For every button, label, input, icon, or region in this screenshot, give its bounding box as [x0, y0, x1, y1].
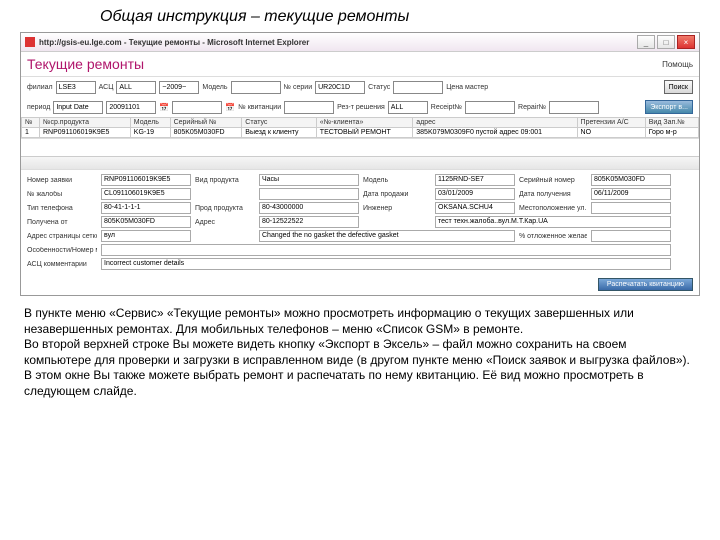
scrollbar-area[interactable] [21, 138, 699, 170]
serial-input[interactable] [315, 81, 365, 94]
favicon-icon [25, 37, 35, 47]
invoice-label: № квитанции [238, 104, 281, 111]
status-input[interactable] [393, 81, 443, 94]
asc-label: АСЦ [99, 84, 114, 91]
col-address[interactable]: адрес [413, 118, 577, 128]
repair-input[interactable] [549, 101, 599, 114]
receipt-input[interactable] [465, 101, 515, 114]
filter-row-1: филиал АСЦ Модель № серии Статус Цена ма… [21, 77, 699, 97]
asc-comments-field[interactable]: Incorrect customer details [101, 258, 671, 270]
results-table: № №ср.продукта Модель Серийный № Статус … [21, 117, 699, 138]
serial-label: № серии [284, 84, 313, 91]
inputdate1-input[interactable] [106, 101, 156, 114]
col-client[interactable]: «№-клиента» [316, 118, 412, 128]
branch-select[interactable] [56, 81, 96, 94]
branch-label: филиал [27, 84, 53, 91]
window-title: http://gsis-eu.lge.com - Текущие ремонты… [39, 38, 637, 47]
sale-date-field[interactable]: 03/01/2009 [435, 188, 515, 200]
export-button[interactable]: Экспорт в... [645, 100, 693, 114]
inputdate-select[interactable] [53, 101, 103, 114]
inputdate2-input[interactable] [172, 101, 222, 114]
app-window: http://gsis-eu.lge.com - Текущие ремонты… [20, 32, 700, 296]
period-input[interactable] [159, 81, 199, 94]
model-label: Модель [202, 84, 227, 91]
repair-label: Repair№ [518, 104, 546, 111]
order-number-field[interactable]: RNP091106019K9E5 [101, 174, 191, 186]
col-serial[interactable]: Серийный № [170, 118, 242, 128]
col-claims[interactable]: Претензии A/C [577, 118, 645, 128]
col-parts[interactable]: Вид Зап.№ [645, 118, 698, 128]
address-detail-field[interactable]: тест техн.жалоба..вул.М.Т.Кар.UA [435, 216, 671, 228]
col-product[interactable]: №ср.продукта [39, 118, 130, 128]
asc-select[interactable] [116, 81, 156, 94]
calendar-icon[interactable]: 📅 [159, 103, 169, 112]
invoice-input[interactable] [284, 101, 334, 114]
product-type-field[interactable]: Часы [259, 174, 359, 186]
receive-date-field[interactable]: 06/11/2009 [591, 188, 671, 200]
model-field[interactable]: 1125RND-SE7 [435, 174, 515, 186]
price-label: Цена мастер [446, 84, 488, 91]
model-input[interactable] [231, 81, 281, 94]
page-address-field[interactable]: вул [101, 230, 191, 242]
col-model[interactable]: Модель [130, 118, 170, 128]
phone-type-field[interactable]: 80-41-1-1-1 [101, 202, 191, 214]
close-button[interactable]: × [677, 35, 695, 49]
status-label: Статус [368, 84, 390, 91]
page-header: Текущие ремонты Помощь [21, 52, 699, 77]
complaint-number-field[interactable]: CL091106019K9E5 [101, 188, 191, 200]
maximize-button[interactable]: □ [657, 35, 675, 49]
features-field[interactable] [101, 244, 671, 256]
period-label: период [27, 104, 50, 111]
serial-field[interactable]: 805K05M030FD [591, 174, 671, 186]
resolution-field[interactable]: Changed the no gasket the defective gask… [259, 230, 515, 242]
col-status[interactable]: Статус [242, 118, 317, 128]
print-receipt-button[interactable]: Распечатать квитанцию [598, 278, 693, 291]
address-field[interactable]: 80-12522522 [259, 216, 359, 228]
received-from-field[interactable]: 805K05M030FD [101, 216, 191, 228]
table-header-row: № №ср.продукта Модель Серийный № Статус … [22, 118, 699, 128]
minimize-button[interactable]: _ [637, 35, 655, 49]
table-row[interactable]: 1 RNP091106019K9E5 KG-19 805K05M030FD Вы… [22, 128, 699, 138]
product-cont-field[interactable]: 80-43000000 [259, 202, 359, 214]
result-select[interactable] [388, 101, 428, 114]
calendar-icon-2[interactable]: 📅 [225, 103, 235, 112]
footer-bar: Распечатать квитанцию [21, 274, 699, 295]
explanation-text: В пункте меню «Сервис» «Текущие ремонты»… [20, 296, 700, 400]
col-num[interactable]: № [22, 118, 40, 128]
page-title: Текущие ремонты [27, 56, 144, 72]
help-link[interactable]: Помощь [662, 60, 693, 69]
slide-title: Общая инструкция – текущие ремонты [20, 8, 700, 26]
window-titlebar: http://gsis-eu.lge.com - Текущие ремонты… [21, 33, 699, 52]
filter-row-2: период 📅 📅 № квитанции Рез-т решения Rec… [21, 97, 699, 117]
search-button[interactable]: Поиск [664, 80, 693, 94]
receipt-label: Receipt№ [431, 104, 462, 111]
location-field[interactable] [591, 202, 671, 214]
engineer-field[interactable]: OKSANA.SCHU4 [435, 202, 515, 214]
result-label: Рез-т решения [337, 104, 385, 111]
detail-form: Номер заявкиRNP091106019K9E5 Вид продукт… [21, 170, 699, 274]
